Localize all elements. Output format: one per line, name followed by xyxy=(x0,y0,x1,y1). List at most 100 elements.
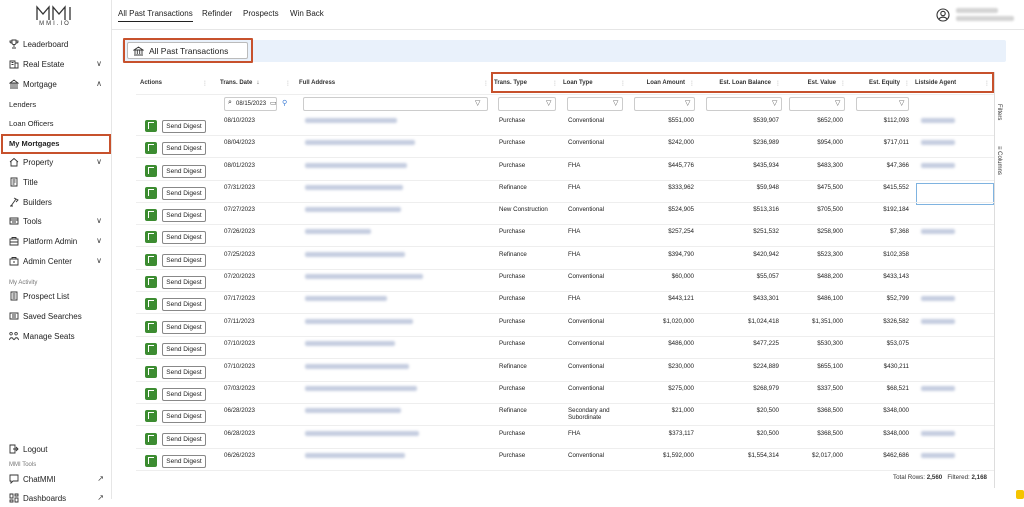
send-digest-button[interactable]: Send Digest xyxy=(162,142,206,155)
table-row[interactable] xyxy=(136,428,994,449)
send-digest-button[interactable]: Send Digest xyxy=(162,321,206,334)
table-row[interactable] xyxy=(136,361,994,382)
table-row[interactable] xyxy=(136,405,994,426)
filter-icon[interactable]: ▽ xyxy=(685,99,690,107)
sidebar-item-property[interactable]: Property ∨ xyxy=(0,153,112,171)
column-menu-icon[interactable]: ⋮ xyxy=(904,80,910,87)
digest-status-icon[interactable] xyxy=(145,231,157,243)
table-row[interactable] xyxy=(136,450,994,471)
table-row[interactable] xyxy=(136,137,994,158)
send-digest-button[interactable]: Send Digest xyxy=(162,209,206,222)
table-row[interactable] xyxy=(136,293,994,314)
send-digest-button[interactable]: Send Digest xyxy=(162,388,206,401)
send-digest-button[interactable]: Send Digest xyxy=(162,254,206,267)
column-menu-icon[interactable]: ⋮ xyxy=(552,80,558,87)
filter-icon[interactable]: ▽ xyxy=(475,99,480,107)
external-link-icon[interactable]: ↗ xyxy=(97,474,104,483)
mmi-logo[interactable]: MMI.IO xyxy=(30,5,80,35)
table-row[interactable] xyxy=(136,316,994,337)
digest-status-icon[interactable] xyxy=(145,321,157,333)
sidebar-item-prospect-list[interactable]: Prospect List xyxy=(0,287,112,305)
filter-icon[interactable]: ▽ xyxy=(772,99,777,107)
table-row[interactable] xyxy=(136,204,994,225)
send-digest-button[interactable]: Send Digest xyxy=(162,231,206,244)
sidebar-item-real-estate[interactable]: Real Estate ∨ xyxy=(0,55,112,73)
digest-status-icon[interactable] xyxy=(145,165,157,177)
column-header-est-value[interactable]: Est. Value ⋮ xyxy=(786,72,850,94)
page-title-button[interactable]: All Past Transactions xyxy=(127,42,248,59)
column-header-listside-agent[interactable]: Listside Agent ⋮ xyxy=(915,72,994,94)
digest-status-icon[interactable] xyxy=(145,120,157,132)
sidebar-item-dashboards[interactable]: Dashboards ↗ xyxy=(0,489,112,507)
calendar-icon[interactable]: ▭ xyxy=(270,99,277,107)
send-digest-button[interactable]: Send Digest xyxy=(162,433,206,446)
filters-side-tab[interactable]: Filters xyxy=(996,104,1002,120)
sidebar-item-mortgage[interactable]: Mortgage ∧ xyxy=(0,75,112,93)
table-row[interactable] xyxy=(136,338,994,359)
send-digest-button[interactable]: Send Digest xyxy=(162,298,206,311)
table-row[interactable] xyxy=(136,383,994,404)
column-header-est-equity[interactable]: Est. Equity ⋮ xyxy=(851,72,914,94)
column-filter-input[interactable] xyxy=(303,97,488,111)
sidebar-item-builders[interactable]: Builders xyxy=(0,193,112,211)
sidebar-item-logout[interactable]: Logout xyxy=(0,440,112,458)
chevron-icon[interactable]: ∧ xyxy=(96,79,102,88)
tab-refinder[interactable]: Refinder xyxy=(202,9,232,18)
column-header-est-loan-balance[interactable]: Est. Loan Balance ⋮ xyxy=(700,72,785,94)
column-header-loan-type[interactable]: Loan Type ⋮ xyxy=(563,72,630,94)
user-menu[interactable] xyxy=(936,5,1014,24)
digest-status-icon[interactable] xyxy=(145,209,157,221)
column-header-full-address[interactable]: Full Address ⋮ xyxy=(299,72,493,94)
column-menu-icon[interactable]: ⋮ xyxy=(689,80,695,87)
external-link-icon[interactable]: ↗ xyxy=(97,493,104,502)
digest-status-icon[interactable] xyxy=(145,276,157,288)
column-header-loan-amount[interactable]: Loan Amount ⋮ xyxy=(631,72,699,94)
column-menu-icon[interactable]: ⋮ xyxy=(202,80,208,87)
send-digest-button[interactable]: Send Digest xyxy=(162,343,206,356)
column-filter-input[interactable] xyxy=(706,97,782,111)
column-menu-icon[interactable]: ⋮ xyxy=(285,80,291,87)
sidebar-item-tools[interactable]: Tools ∨ xyxy=(0,212,112,230)
digest-status-icon[interactable] xyxy=(145,187,157,199)
help-widget[interactable] xyxy=(1016,490,1024,499)
filter-active-icon[interactable]: ⚲ xyxy=(282,99,287,107)
column-header-trans-date[interactable]: Trans. Date ↓ ⋮ xyxy=(220,72,295,94)
send-digest-button[interactable]: Send Digest xyxy=(162,120,206,133)
table-row[interactable] xyxy=(136,182,994,203)
digest-status-icon[interactable] xyxy=(145,410,157,422)
filter-icon[interactable]: ▽ xyxy=(613,99,618,107)
send-digest-button[interactable]: Send Digest xyxy=(162,276,206,289)
columns-side-tab[interactable]: ≡ Columns xyxy=(996,146,1002,175)
column-header-actions[interactable]: Actions ⋮ xyxy=(140,72,212,94)
column-menu-icon[interactable]: ⋮ xyxy=(775,80,781,87)
filter-icon[interactable]: ▽ xyxy=(835,99,840,107)
table-row[interactable] xyxy=(136,115,994,136)
sidebar-item-leaderboard[interactable]: Leaderboard xyxy=(0,35,112,53)
digest-status-icon[interactable] xyxy=(145,455,157,467)
chevron-icon[interactable]: ∨ xyxy=(96,236,102,245)
table-row[interactable] xyxy=(136,249,994,270)
chevron-icon[interactable]: ∨ xyxy=(96,216,102,225)
column-menu-icon[interactable]: ⋮ xyxy=(840,80,846,87)
sidebar-item-platform-admin[interactable]: Platform Admin ∨ xyxy=(0,232,112,250)
tab-win-back[interactable]: Win Back xyxy=(290,9,324,18)
chevron-icon[interactable]: ∨ xyxy=(96,59,102,68)
digest-status-icon[interactable] xyxy=(145,343,157,355)
sidebar-item-title[interactable]: Title xyxy=(0,173,112,191)
filter-icon[interactable]: ▽ xyxy=(546,99,551,107)
sidebar-item-lenders[interactable]: Lenders xyxy=(0,95,112,113)
digest-status-icon[interactable] xyxy=(145,388,157,400)
send-digest-button[interactable]: Send Digest xyxy=(162,187,206,200)
tab-all-past-transactions[interactable]: All Past Transactions xyxy=(118,9,193,22)
send-digest-button[interactable]: Send Digest xyxy=(162,165,206,178)
send-digest-button[interactable]: Send Digest xyxy=(162,410,206,423)
send-digest-button[interactable]: Send Digest xyxy=(162,366,206,379)
filter-icon[interactable]: ▽ xyxy=(899,99,904,107)
sidebar-item-manage-seats[interactable]: Manage Seats xyxy=(0,327,112,345)
tab-prospects[interactable]: Prospects xyxy=(243,9,279,18)
table-row[interactable] xyxy=(136,226,994,247)
send-digest-button[interactable]: Send Digest xyxy=(162,455,206,468)
digest-status-icon[interactable] xyxy=(145,366,157,378)
column-menu-icon[interactable]: ⋮ xyxy=(620,80,626,87)
digest-status-icon[interactable] xyxy=(145,254,157,266)
